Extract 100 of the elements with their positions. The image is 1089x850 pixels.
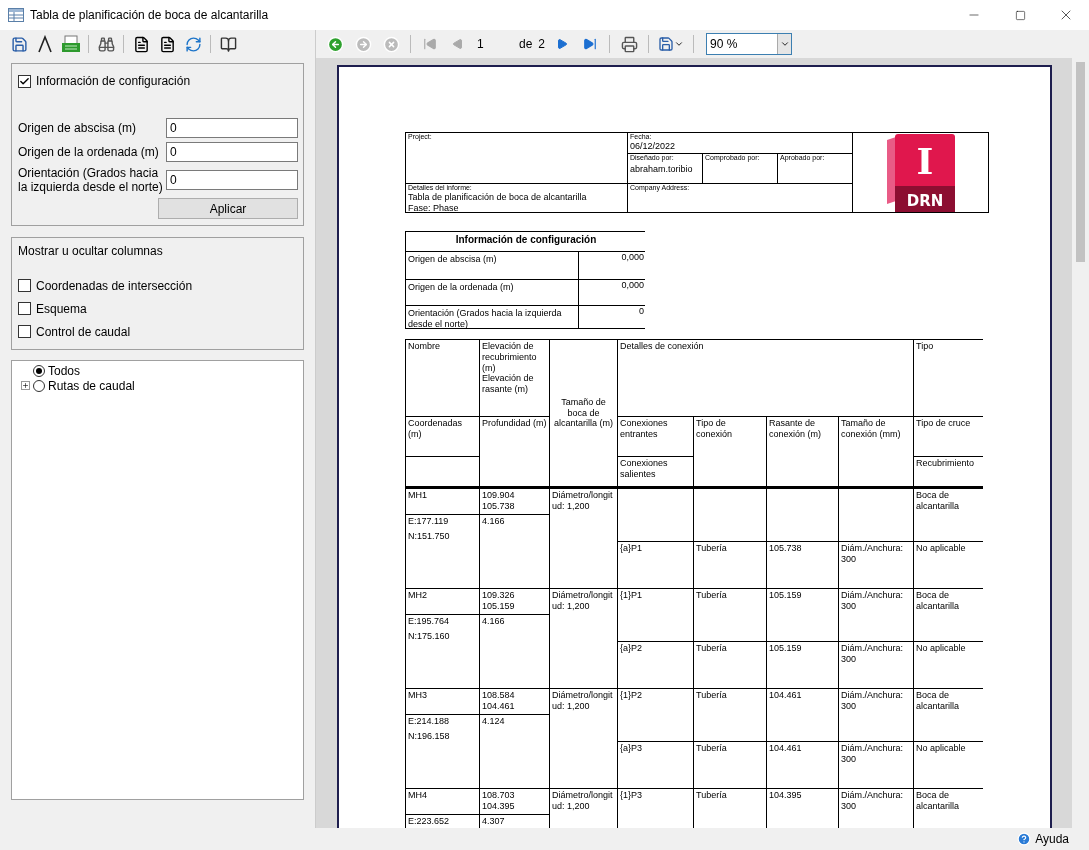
checkbox-label: Información de configuración [36,74,191,88]
table-cell: 109.326 105.159 [480,589,549,615]
table-cell: 104.461 [767,742,838,788]
table-cell-text: 4.166 [481,615,506,628]
designer-text: abraham.toribio [630,164,694,176]
table-cell: MH2 [406,589,479,615]
table-cell: Tubería [694,542,766,588]
column-header: Detalles de conexión [618,340,913,416]
input-field[interactable]: 0 [166,142,298,162]
table-cell: Orientación (Grados hacia la izquierda desde el norte) [406,306,578,328]
help-icon [1017,832,1032,846]
spreadsheet-export-icon[interactable] [60,33,82,55]
table-cell: No aplicable [914,742,985,788]
checkbox[interactable] [18,74,31,88]
tree-item[interactable]: Todos [48,363,81,378]
table-cell: Diámetro/longitud: 1,200 [550,489,617,588]
table-cell: Diámetro/longitud: 1,200 [550,689,617,788]
checkbox-label: Control de caudal [36,324,131,339]
table-cell: Boca de alcantarilla [914,789,985,828]
table-cell: Tubería [694,589,766,641]
column-header: Conexiones salientes [618,457,693,486]
input-field[interactable]: 0 [166,118,298,138]
table-cell: Diám./Anchura: 300 [839,642,913,688]
input-field[interactable]: 0 [166,170,298,190]
table-cell: {1}P1 [618,589,693,641]
table-cell: 105.738 [767,542,838,588]
table-cell: No aplicable [914,542,985,588]
table-cell: {a}P1 [618,542,693,588]
column-header: Tamaño de conexión (mm) [839,417,913,486]
table-window-icon [8,8,24,22]
table-cell: Origen de abscisa (m) [406,252,578,279]
column-header: Rasante de conexión (m) [767,417,838,486]
table-cell-text: 4.124 [481,715,506,728]
table-cell: Boca de alcantarilla [914,689,985,741]
table-cell: No aplicable [914,642,985,688]
table-cell-text: 4.307 [481,815,506,828]
table-cell: 109.904 105.738 [480,489,549,515]
table-cell: Tubería [694,689,766,741]
column-header: Profundidad (m) [480,417,549,486]
table-title: Información de configuración [406,232,646,251]
table-cell: Origen de la ordenada (m) [406,280,578,305]
table-cell: 104.461 [767,689,838,741]
checkbox-label: Coordenadas de intersección [36,278,193,293]
table-cell: Diám./Anchura: 300 [839,789,913,828]
field-label: Origen de abscisa (m) [18,121,138,135]
table-cell: Diám./Anchura: 300 [839,742,913,788]
radio-button[interactable] [33,364,45,377]
date-text: 06/12/2022 [630,141,677,153]
field-label: Orientación (Grados hacia la izquierda desde el norte) [18,166,164,194]
column-header: Nombre [406,340,479,416]
apply-button[interactable]: Aplicar [158,198,298,219]
table-cell: 108.703 104.395 [480,789,549,815]
table-cell: {1}P2 [618,689,693,741]
table-cell: MH4 [406,789,479,815]
column-header: Tipo de conexión [694,417,766,486]
table-cell: 105.159 [767,642,838,688]
table-cell: Diám./Anchura: 300 [839,542,913,588]
table-cell: 104.395 [767,789,838,828]
table-cell-text: E:214.188 N:196.158 [407,715,451,743]
zoom-dropdown[interactable]: 90 % [706,33,793,55]
table-cell: Boca de alcantarilla [914,489,985,541]
table-cell: MH3 [406,689,479,715]
table-cell-text: E:177.119 N:151.750 [407,515,451,543]
table-cell-text: E:195.764 N:175.160 [407,615,451,643]
column-header: Coordenadas (m) [406,417,479,456]
checkbox-label: Esquema [36,301,87,316]
phase-text: Fase: Phase [408,203,460,214]
table-cell: Diámetro/longitud: 1,200 [550,589,617,688]
tree-item[interactable]: Rutas de caudal [48,378,135,393]
column-header: Tamaño de boca de alcantarilla (m) [550,340,617,486]
table-cell: Diám./Anchura: 300 [839,589,913,641]
column-header: Recubrimiento [914,457,985,486]
checkbox[interactable] [18,279,31,292]
page-total: 2 [538,37,546,51]
checkbox[interactable] [18,325,31,338]
table-cell: Tubería [694,642,766,688]
help-link[interactable]: Ayuda [1017,832,1069,846]
checkbox[interactable] [18,302,31,315]
column-header: Conexiones entrantes [618,417,693,456]
maximize-icon [1014,9,1026,21]
group-title: Mostrar u ocultar columnas [18,244,164,258]
window-title: Tabla de planificación de boca de alcantarilla [30,8,270,22]
table-cell: {1}P3 [618,789,693,828]
table-cell: 0,000 [579,252,646,279]
table-cell: 0 [579,306,646,328]
table-cell: {a}P2 [618,642,693,688]
table-cell: Diámetro/longitud: 1,200 [550,789,617,828]
table-cell: Tubería [694,789,766,828]
radio-button[interactable] [33,379,45,392]
column-header: Tipo de cruce [914,417,985,456]
table-cell [694,489,766,541]
field-label: Origen de la ordenada (m) [18,145,160,159]
table-cell: 108.584 104.461 [480,689,549,715]
table-cell: Tubería [694,742,766,788]
table-cell-text: E:223.652 [407,815,451,828]
table-cell [767,489,838,541]
table-cell: Boca de alcantarilla [914,589,985,641]
expand-icon[interactable] [21,381,30,390]
table-cell: 0,000 [579,280,646,305]
table-cell: {a}P3 [618,742,693,788]
